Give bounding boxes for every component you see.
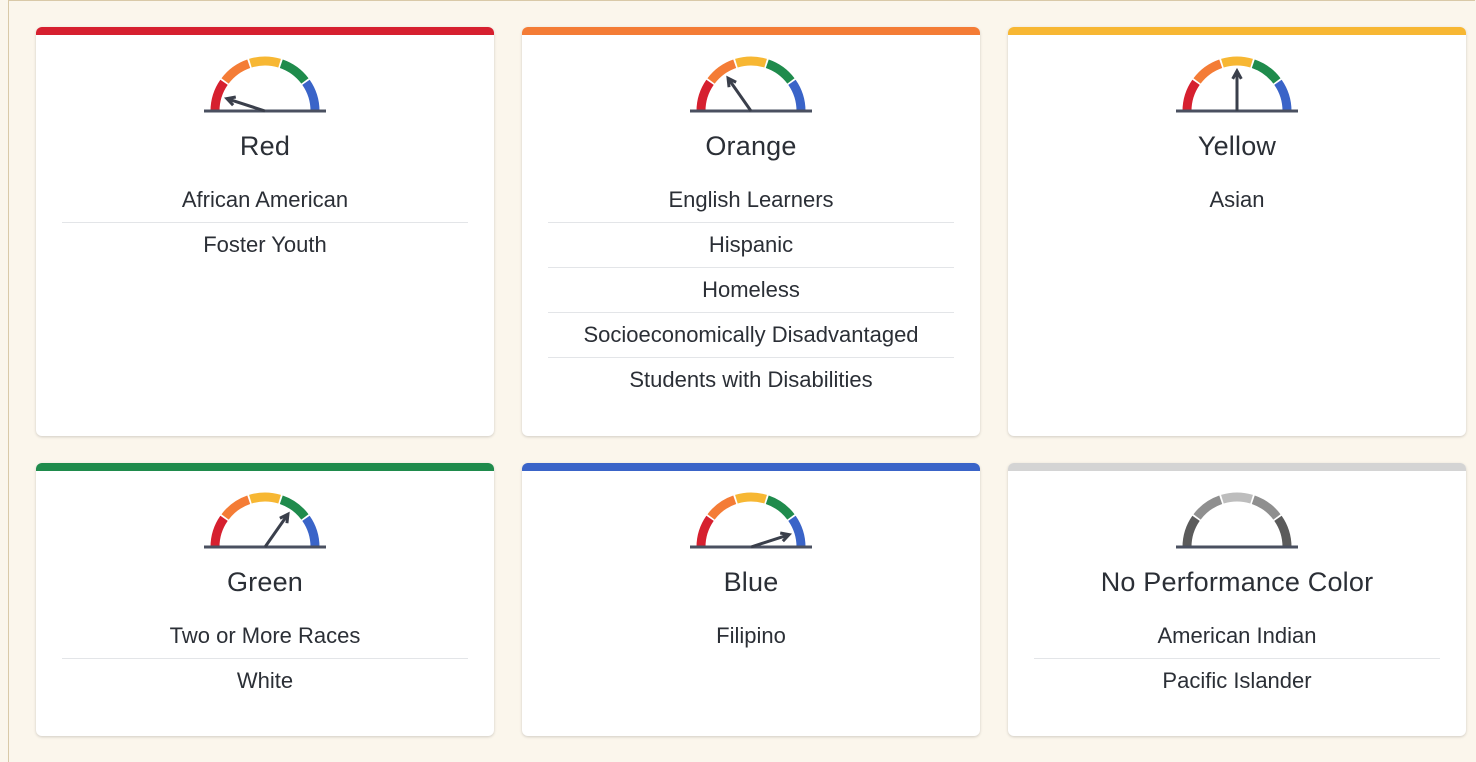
- page-frame: Red African American Foster Youth Orange…: [8, 0, 1475, 762]
- gauge-segment: [735, 492, 767, 504]
- student-group-list: Filipino: [548, 614, 954, 658]
- student-group-list: English Learners Hispanic Homeless Socio…: [548, 178, 954, 402]
- gauge-segment: [1251, 495, 1281, 520]
- list-item: Homeless: [548, 268, 954, 313]
- gauge-segment: [788, 79, 806, 112]
- student-group-list: Two or More Races White: [62, 614, 468, 703]
- list-item: African American: [62, 178, 468, 223]
- performance-card-blue: Blue Filipino: [522, 463, 980, 736]
- card-color-bar: [522, 27, 980, 35]
- card-title: Green: [226, 567, 304, 597]
- card-color-bar: [36, 27, 494, 35]
- list-item: American Indian: [1034, 614, 1440, 659]
- gauge-icon: [1176, 492, 1298, 549]
- card-color-bar: [1008, 27, 1466, 35]
- list-item: English Learners: [548, 178, 954, 223]
- gauge-segment: [221, 59, 251, 84]
- card-title: Red: [239, 131, 291, 161]
- gauge-icon: [1176, 56, 1298, 113]
- gauge-segment: [1221, 492, 1253, 504]
- gauge-segment: [1193, 59, 1223, 84]
- gauge-segment: [765, 495, 795, 520]
- gauge-segment: [249, 56, 281, 68]
- gauge-segment: [1251, 59, 1281, 84]
- gauge-needle: [263, 513, 290, 548]
- list-item: Socioeconomically Disadvantaged: [548, 313, 954, 358]
- performance-card-no-color: No Performance Color American Indian Pac…: [1008, 463, 1466, 736]
- gauge-segment: [249, 492, 281, 504]
- gauge-needle: [726, 77, 753, 112]
- gauge-icon: [204, 56, 326, 113]
- performance-card-green: Green Two or More Races White: [36, 463, 494, 736]
- card-title: Orange: [705, 131, 797, 161]
- list-item: Two or More Races: [62, 614, 468, 659]
- list-item: Students with Disabilities: [629, 367, 873, 392]
- gauge-segment: [302, 79, 320, 112]
- gauge-segment: [279, 59, 309, 84]
- list-item: Pacific Islander: [1162, 668, 1312, 693]
- gauge-segment: [1182, 515, 1200, 548]
- gauge-segment: [735, 56, 767, 68]
- gauge-segment: [788, 515, 806, 548]
- gauge-segment: [1193, 495, 1223, 520]
- card-title: No Performance Color: [1100, 567, 1374, 597]
- card-color-bar: [36, 463, 494, 471]
- card-title: Yellow: [1197, 131, 1277, 161]
- gauge-icon: [204, 492, 326, 549]
- gauge-segment: [210, 515, 228, 548]
- list-item: Asian: [1209, 187, 1265, 212]
- gauge-icon: [690, 56, 812, 113]
- student-group-list: African American Foster Youth: [62, 178, 468, 267]
- gauge-segment: [707, 495, 737, 520]
- gauge-segment: [1274, 515, 1292, 548]
- gauge-segment: [696, 79, 714, 112]
- gauge-segment: [302, 515, 320, 548]
- gauge-segment: [696, 515, 714, 548]
- list-item: White: [236, 668, 294, 693]
- gauge-segment: [1274, 79, 1292, 112]
- student-group-list: Asian: [1034, 178, 1440, 222]
- gauge-segment: [1221, 56, 1253, 68]
- card-title: Blue: [723, 567, 779, 597]
- gauge-segment: [1182, 79, 1200, 112]
- list-item: Hispanic: [548, 223, 954, 268]
- gauge-icon: [690, 492, 812, 549]
- card-color-bar: [1008, 463, 1466, 471]
- performance-card-yellow: Yellow Asian: [1008, 27, 1466, 436]
- card-color-bar: [522, 463, 980, 471]
- list-item: Foster Youth: [203, 232, 327, 257]
- list-item: Filipino: [716, 623, 786, 648]
- gauge-segment: [221, 495, 251, 520]
- gauge-segment: [765, 59, 795, 84]
- student-group-list: American Indian Pacific Islander: [1034, 614, 1440, 703]
- performance-card-red: Red African American Foster Youth: [36, 27, 494, 436]
- gauge-segment: [210, 79, 228, 112]
- performance-card-orange: Orange English Learners Hispanic Homeles…: [522, 27, 980, 436]
